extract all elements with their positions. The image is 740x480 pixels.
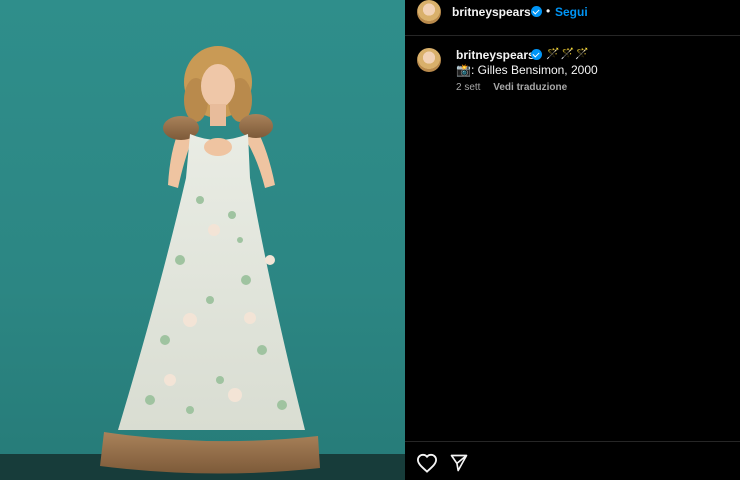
caption-meta: 2 sett Vedi traduzione: [456, 82, 567, 93]
caption-avatar[interactable]: [417, 48, 441, 72]
photo-woman-in-gown: [0, 46, 405, 480]
heart-icon: [416, 453, 438, 473]
caption-username[interactable]: britneyspears: [456, 48, 535, 62]
post-timestamp[interactable]: 2 sett: [456, 82, 480, 93]
share-button[interactable]: [449, 453, 471, 473]
post-sidebar: britneyspears • Segui britneyspears 🪄🪄🪄 …: [405, 0, 740, 480]
see-translation-link[interactable]: Vedi traduzione: [493, 82, 567, 93]
post-header: britneyspears • Segui: [405, 0, 740, 36]
caption-text: 📸: Gilles Bensimon, 2000: [456, 63, 598, 77]
avatar[interactable]: [417, 0, 441, 24]
verified-badge-icon: [531, 6, 542, 17]
caption-emojis: 🪄🪄🪄: [546, 48, 591, 60]
action-bar: [405, 441, 740, 480]
verified-badge-icon: [531, 49, 542, 60]
paper-plane-icon: [450, 454, 468, 472]
follow-button[interactable]: Segui: [555, 5, 588, 19]
like-button[interactable]: [416, 453, 438, 473]
username[interactable]: britneyspears: [452, 5, 531, 19]
separator-dot: •: [546, 4, 551, 18]
post-photo[interactable]: [0, 0, 405, 480]
